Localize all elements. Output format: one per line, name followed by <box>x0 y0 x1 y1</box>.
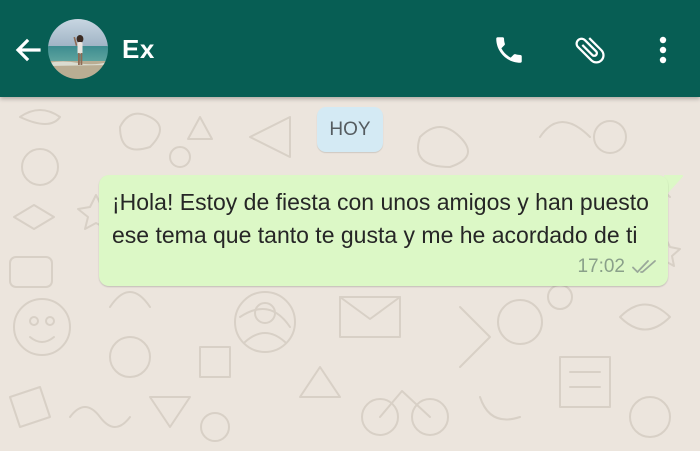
outgoing-message-bubble[interactable]: ¡Hola! Estoy de fiesta con unos amigos y… <box>99 175 668 286</box>
back-button[interactable] <box>8 30 48 70</box>
chat-area[interactable]: HOY ¡Hola! Estoy de fiesta con unos amig… <box>0 97 700 451</box>
message-text: ¡Hola! Estoy de fiesta con unos amigos y… <box>112 189 649 248</box>
contact-name[interactable]: Ex <box>122 34 155 65</box>
avatar[interactable] <box>48 19 108 79</box>
chat-header: Ex <box>0 0 700 97</box>
message-meta: 17:02 <box>577 256 658 278</box>
voice-call-button[interactable] <box>487 28 531 72</box>
more-vert-icon <box>659 36 667 64</box>
attach-button[interactable] <box>568 28 612 72</box>
paperclip-icon <box>575 37 605 64</box>
more-options-button[interactable] <box>641 28 685 72</box>
double-check-icon <box>632 260 656 273</box>
message-time: 17:02 <box>577 256 625 277</box>
date-chip: HOY <box>317 107 383 152</box>
phone-icon <box>496 37 522 63</box>
arrow-back-icon <box>15 38 41 62</box>
